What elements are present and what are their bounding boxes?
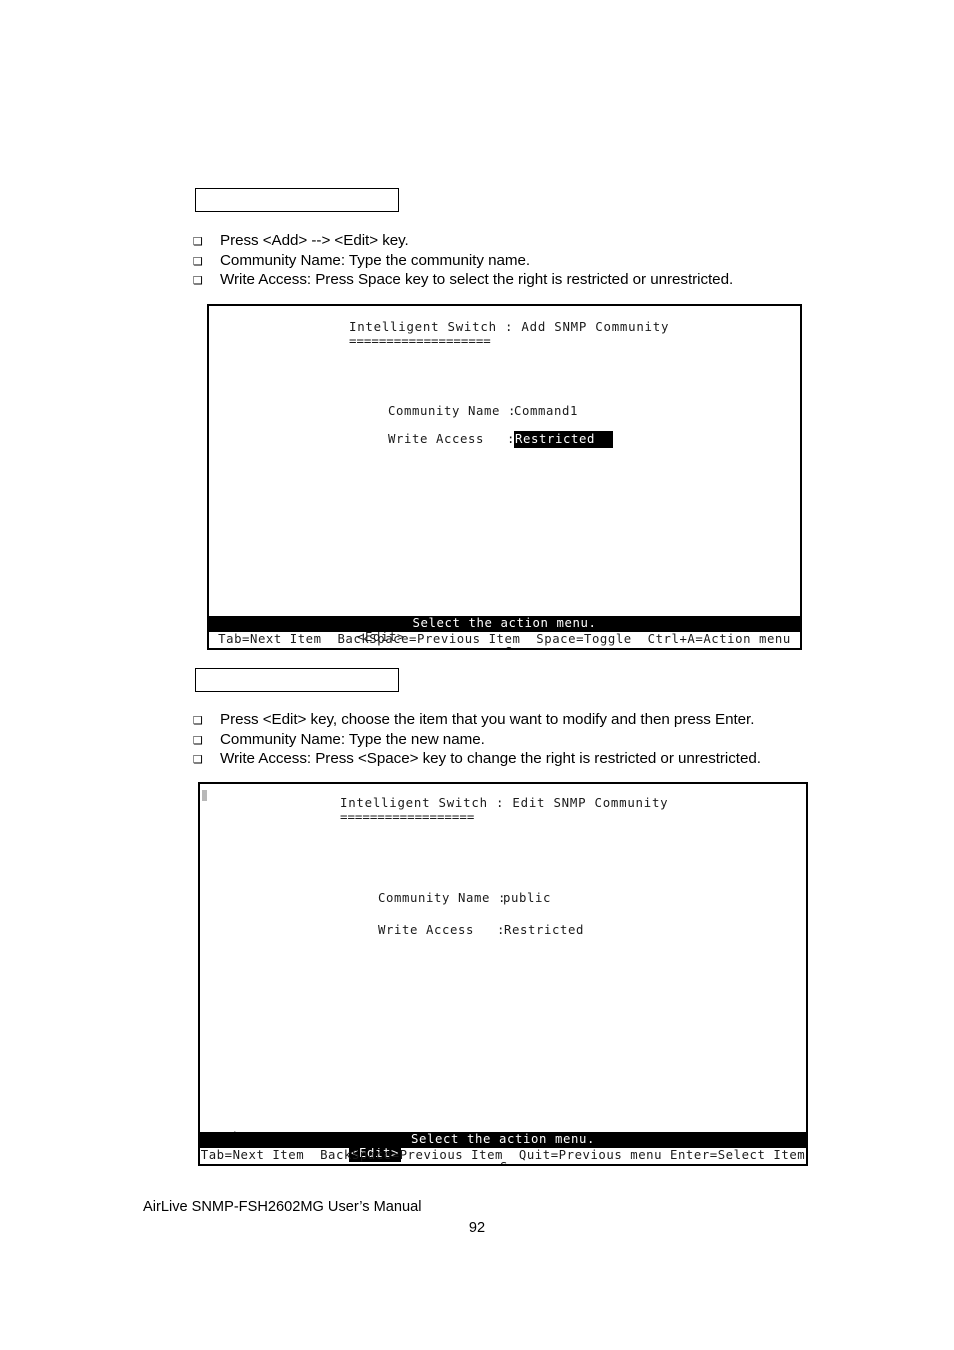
add-section-instruction-list: ❑ Press <Add> --> <Edit> key. ❑ Communit… xyxy=(190,231,733,290)
status-bar-edit: Select the action menu. xyxy=(200,1132,806,1148)
list-item-text: Community Name: Type the new name. xyxy=(220,730,485,748)
square-bullet-icon: ❑ xyxy=(193,733,203,747)
list-item: ❑ Press <Edit> key, choose the item that… xyxy=(190,710,761,730)
write-access-label-add: Write Access xyxy=(388,432,485,446)
footer-page-number: 92 xyxy=(468,1220,486,1236)
square-bullet-icon: ❑ xyxy=(193,714,203,727)
terminal-title-underline-edit: ================== xyxy=(340,809,475,824)
edit-section-caption-box xyxy=(195,668,399,692)
write-access-value-edit[interactable]: Restricted xyxy=(504,923,584,938)
list-item-text: Press <Add> --> <Edit> key. xyxy=(220,232,409,249)
list-item-text: Write Access: Press Space key to select … xyxy=(220,271,734,288)
status-bar-add: Select the action menu. xyxy=(209,616,800,632)
community-name-label-add: Community Name : xyxy=(388,404,517,418)
manual-page: ❑ Press <Add> --> <Edit> key. ❑ Communit… xyxy=(0,0,954,1350)
community-name-label-edit: Community Name : xyxy=(378,891,507,905)
square-bullet-icon: ❑ xyxy=(193,235,203,248)
list-item: ❑ Press <Add> --> <Edit> key. xyxy=(190,231,733,251)
key-help-bar-add: Tab=Next Item BackSpace=Previous Item Sp… xyxy=(218,632,791,646)
write-access-label-edit: Write Access xyxy=(378,923,475,937)
community-name-value-add[interactable]: Command1 xyxy=(514,404,578,419)
square-bullet-icon: ❑ xyxy=(193,753,203,766)
square-bullet-icon: ❑ xyxy=(193,274,203,287)
list-item: ❑ Community Name: Type the new name. xyxy=(190,730,761,750)
square-bullet-icon: ❑ xyxy=(193,254,203,268)
terminal-screen-add: Intelligent Switch : Add SNMP Community … xyxy=(209,306,800,648)
terminal-edit-snmp-community: Intelligent Switch : Edit SNMP Community… xyxy=(198,782,808,1166)
list-item-text: Community Name: Type the community name. xyxy=(220,251,531,269)
list-item-text: Press <Edit> key, choose the item that y… xyxy=(220,711,755,728)
write-access-value-add[interactable]: Restricted xyxy=(514,431,614,448)
terminal-title-underline-add: =================== xyxy=(349,333,491,348)
terminal-screen-edit: Intelligent Switch : Edit SNMP Community… xyxy=(200,784,806,1164)
add-section-caption-box xyxy=(195,188,399,212)
key-help-bar-edit: Tab=Next Item BackSpace=Previous Item Qu… xyxy=(200,1148,806,1162)
footer-manual-title: AirLive SNMP-FSH2602MG User’s Manual xyxy=(143,1199,422,1215)
add-section-caption-text xyxy=(196,189,398,193)
list-item: ❑ Write Access: Press <Space> key to cha… xyxy=(190,749,761,769)
edit-section-instruction-list: ❑ Press <Edit> key, choose the item that… xyxy=(190,710,761,769)
list-item-text: Write Access: Press <Space> key to chang… xyxy=(220,750,761,767)
terminal-title-edit: Intelligent Switch : Edit SNMP Community xyxy=(340,795,669,810)
terminal-title-add: Intelligent Switch : Add SNMP Community xyxy=(349,319,670,334)
community-name-value-edit[interactable]: public xyxy=(503,891,551,906)
list-item: ❑ Write Access: Press Space key to selec… xyxy=(190,270,733,290)
edit-section-caption-text xyxy=(196,669,398,673)
text-cursor-icon xyxy=(202,790,207,801)
list-item: ❑ Community Name: Type the community nam… xyxy=(190,251,733,271)
terminal-add-snmp-community: Intelligent Switch : Add SNMP Community … xyxy=(207,304,802,650)
